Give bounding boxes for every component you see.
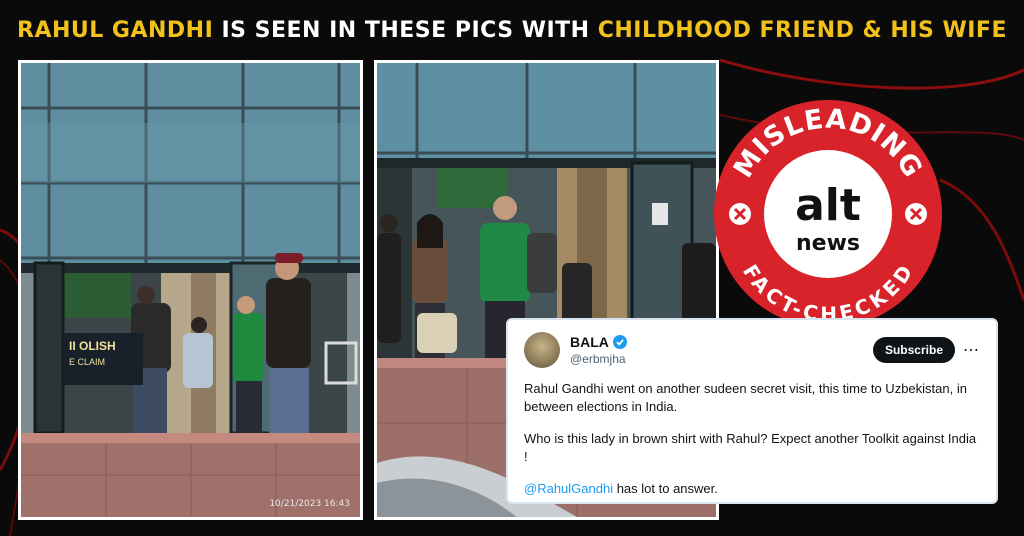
author-handle[interactable]: @erbmjha [570, 352, 873, 366]
photo-timestamp: 10/21/2023 16:43 [269, 499, 350, 509]
x-mark-right-icon [905, 203, 927, 225]
stamp-logo-alt: alt [795, 180, 861, 231]
baggage-claim-sign: II OLISH E CLAIM [63, 333, 143, 385]
tweet-paragraph-1: Rahul Gandhi went on another sudeen secr… [524, 381, 967, 414]
tweet-author: BALA @erbmjha [570, 334, 873, 366]
verified-badge-icon [612, 335, 627, 349]
avatar[interactable] [524, 332, 560, 368]
misleading-stamp: MISLEADING FACT-CHECKED alt news [712, 98, 944, 330]
subscribe-button[interactable]: Subscribe [872, 337, 955, 363]
author-name[interactable]: BALA [570, 334, 609, 350]
tweet-paragraph-3-rest: has lot to answer. [613, 481, 718, 496]
tweet-paragraph-2: Who is this lady in brown shirt with Rah… [524, 431, 977, 464]
mention-link[interactable]: @RahulGandhi [524, 481, 613, 496]
headline: RAHUL GANDHI IS SEEN IN THESE PICS WITH … [0, 18, 1024, 43]
tweet-header: BALA @erbmjha Subscribe ⋯ [524, 330, 980, 370]
stamp-logo-news: news [796, 231, 860, 256]
headline-middle: IS SEEN IN THESE PICS WITH [213, 18, 598, 43]
sign-line-1: II OLISH [69, 339, 116, 353]
tweet-text: Rahul Gandhi went on another sudeen secr… [524, 380, 980, 498]
sign-line-2: E CLAIM [69, 357, 106, 367]
headline-highlight-1: RAHUL GANDHI [17, 18, 214, 43]
airport-scene-left [21, 63, 360, 517]
more-options-icon[interactable]: ⋯ [963, 340, 980, 360]
headline-highlight-2: CHILDHOOD FRIEND & HIS WIFE [597, 18, 1007, 43]
photo-left: II OLISH E CLAIM 10/21/2023 16:43 [18, 60, 363, 520]
altnews-logo-icon: MISLEADING FACT-CHECKED alt news [714, 100, 942, 328]
tweet-paragraph-3: @RahulGandhi has lot to answer. [524, 480, 980, 498]
x-mark-left-icon [729, 203, 751, 225]
tweet-card: BALA @erbmjha Subscribe ⋯ Rahul Gandhi w… [506, 318, 998, 504]
